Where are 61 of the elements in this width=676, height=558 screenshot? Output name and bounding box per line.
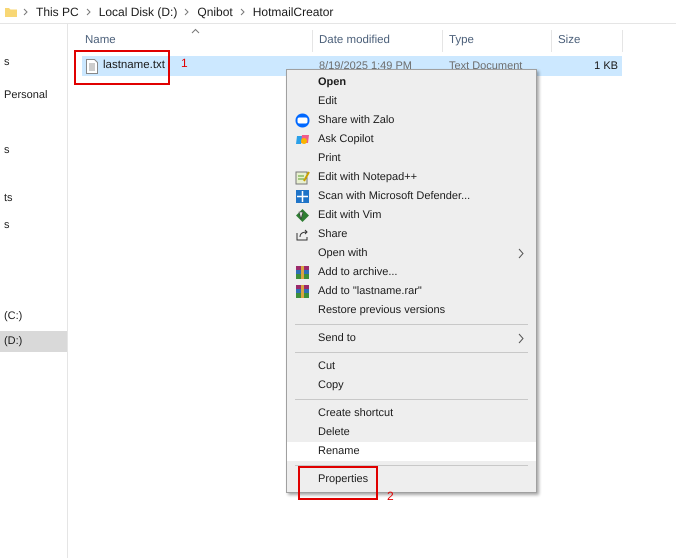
menu-label: Copy xyxy=(318,378,344,394)
menu-item[interactable]: Edit with Notepad++ xyxy=(287,168,536,187)
sidebar-item[interactable]: s xyxy=(0,140,67,161)
step-number: 1 xyxy=(181,55,188,72)
menu-label: Edit xyxy=(318,94,337,110)
menu-item[interactable]: Edit xyxy=(287,92,536,111)
menu-item[interactable]: Share xyxy=(287,225,536,244)
menu-item[interactable]: Delete xyxy=(287,423,536,442)
date-cell-text: 8/19/2025 1:49 PM xyxy=(318,58,413,74)
menu-item[interactable]: Rename xyxy=(287,442,536,461)
menu-label: Cut xyxy=(318,359,336,374)
menu-item[interactable]: Properties xyxy=(287,470,536,489)
menu-item[interactable]: Cut xyxy=(287,357,536,376)
type-cell-text: Text Document xyxy=(448,58,524,74)
menu-item[interactable]: Create shortcut xyxy=(287,404,536,423)
menu-item[interactable]: Share with Zalo xyxy=(287,111,536,130)
menu-label: Share xyxy=(318,227,348,242)
menu-item[interactable]: Print xyxy=(287,149,536,168)
file-name: lastname.txt xyxy=(103,58,165,74)
breadcrumb-item[interactable]: HotmailCreator xyxy=(250,2,336,20)
sidebar-item[interactable]: s xyxy=(0,215,67,236)
menu-item[interactable]: Copy xyxy=(287,376,536,395)
breadcrumb-item[interactable]: This PC xyxy=(34,2,81,20)
sidebar-item[interactable]: (D:) xyxy=(0,331,67,352)
menu-label: Delete xyxy=(318,425,350,440)
menu-item[interactable]: Add to archive... xyxy=(287,263,536,282)
menu-item[interactable]: Ask Copilot xyxy=(287,130,536,149)
menu-label: Open with xyxy=(318,246,368,262)
sidebar-item[interactable]: Personal xyxy=(0,85,67,106)
step-number: 2 xyxy=(387,489,394,503)
menu-label: Edit with Vim xyxy=(318,208,382,224)
menu-label: Add to "lastname.rar" xyxy=(318,284,422,300)
menu-label: Scan with Microsoft Defender... xyxy=(318,189,470,204)
sidebar-item[interactable]: ts xyxy=(0,188,67,209)
size-cell-text: 1 KB xyxy=(593,58,618,74)
menu-item[interactable]: Scan with Microsoft Defender... xyxy=(287,187,536,206)
menu-label: Rename xyxy=(318,444,360,460)
menu-label: Share with Zalo xyxy=(318,113,394,128)
menu-label: Restore previous versions xyxy=(318,303,446,318)
menu-label: Print xyxy=(318,151,341,166)
menu-item[interactable]: Restore previous versions xyxy=(287,301,536,320)
column-header[interactable]: Size xyxy=(552,30,623,52)
menu-label: Ask Copilot xyxy=(318,132,374,148)
menu-label: Create shortcut xyxy=(318,406,394,422)
menu-label: Edit with Notepad++ xyxy=(318,170,418,186)
menu-label: Open xyxy=(318,75,346,90)
menu-item[interactable]: Edit with Vim xyxy=(287,206,536,225)
breadcrumb-item[interactable]: Qnibot xyxy=(195,2,235,20)
sidebar-item[interactable]: (C:) xyxy=(0,306,67,327)
menu-item[interactable]: Open xyxy=(287,73,536,92)
menu-label: Add to archive... xyxy=(318,265,398,280)
column-header[interactable]: Date modified xyxy=(313,30,443,52)
menu-label: Properties xyxy=(318,472,368,488)
column-header[interactable]: Type xyxy=(443,30,552,52)
sidebar-item[interactable]: s xyxy=(0,52,67,73)
breadcrumb-item[interactable]: Local Disk (D:) xyxy=(96,2,180,20)
menu-item[interactable]: Open with xyxy=(287,244,536,263)
menu-item[interactable]: Add to "lastname.rar" xyxy=(287,282,536,301)
menu-item[interactable]: Send to xyxy=(287,329,536,348)
column-header[interactable]: Name xyxy=(79,30,313,52)
menu-label: Send to xyxy=(318,331,356,346)
